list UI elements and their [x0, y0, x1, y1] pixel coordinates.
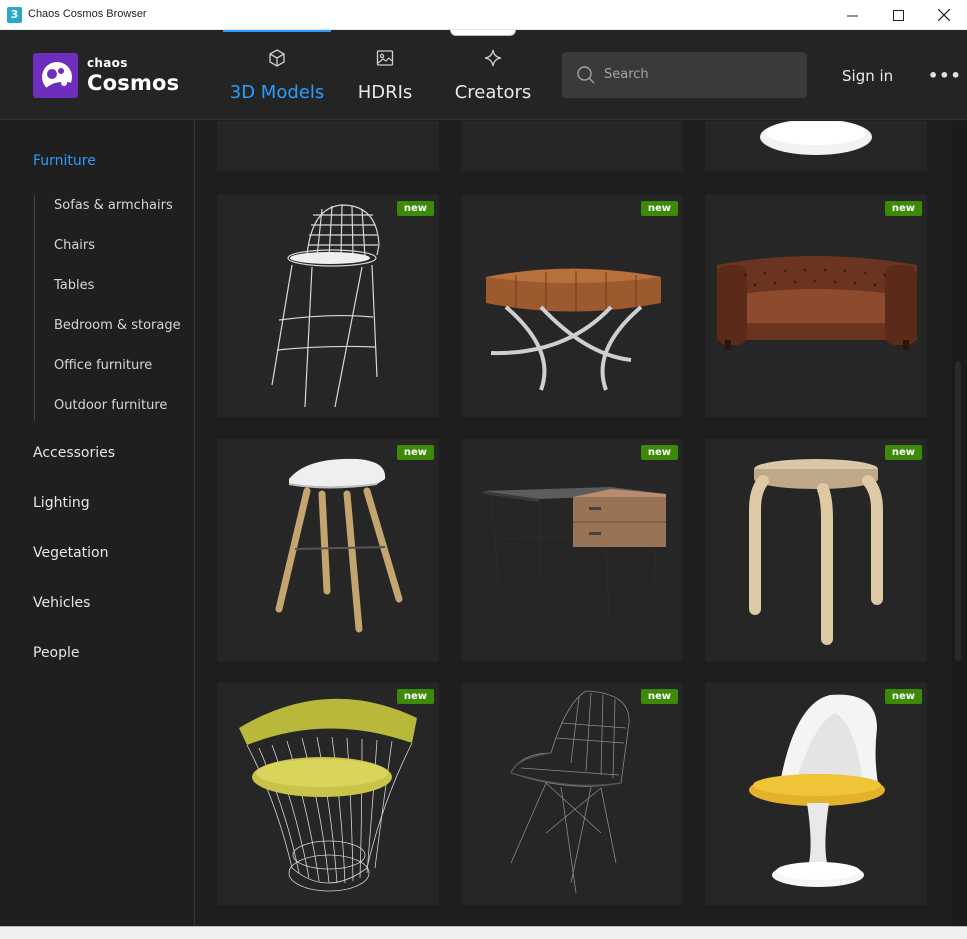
- category-vehicles[interactable]: Vehicles: [33, 595, 90, 611]
- new-badge: new: [640, 689, 678, 704]
- category-furniture[interactable]: Furniture: [33, 153, 96, 169]
- cosmos-logo[interactable]: chaos Cosmos: [33, 53, 179, 98]
- window-titlebar: 3 Chaos Cosmos Browser: [0, 0, 967, 30]
- model-card[interactable]: new: [217, 195, 439, 417]
- logo-big-text: Cosmos: [87, 71, 180, 95]
- maximize-icon: [892, 9, 904, 21]
- tab-3d-models[interactable]: 3D Models: [223, 30, 331, 120]
- image-icon: [376, 50, 394, 66]
- sparkle-icon: [484, 49, 502, 67]
- search-icon: [577, 66, 595, 84]
- subcategory-outdoor-furniture[interactable]: Outdoor furniture: [54, 398, 167, 413]
- desk-with-drawers-thumbnail: [483, 487, 666, 615]
- model-card[interactable]: new: [705, 683, 927, 905]
- logo-mark-icon: [33, 53, 78, 98]
- tab-label: HDRIs: [357, 82, 413, 103]
- tab-creators[interactable]: Creators: [448, 30, 538, 120]
- close-button[interactable]: [921, 0, 967, 30]
- category-people[interactable]: People: [33, 645, 80, 661]
- model-card[interactable]: new: [461, 683, 683, 905]
- category-lighting[interactable]: Lighting: [33, 495, 90, 511]
- app-header: chaos Cosmos 3D Models HDRIs Creators Se…: [0, 30, 967, 120]
- vertical-scrollbar[interactable]: [951, 121, 967, 926]
- tab-hdris[interactable]: HDRIs: [346, 30, 424, 120]
- minimize-icon: [846, 15, 858, 16]
- chesterfield-sofa-thumbnail: [717, 256, 917, 350]
- subcategory-tables[interactable]: Tables: [54, 278, 94, 293]
- tulip-chair-thumbnail: [749, 694, 885, 887]
- sign-in-link[interactable]: Sign in: [842, 67, 893, 85]
- maximize-button[interactable]: [875, 0, 921, 30]
- model-card[interactable]: new: [217, 683, 439, 905]
- logo-small-text: chaos: [87, 56, 128, 70]
- tab-label: Creators: [454, 82, 532, 103]
- wire-side-chair-thumbnail: [510, 690, 630, 894]
- tab-label: 3D Models: [229, 82, 325, 103]
- new-badge: new: [884, 445, 922, 460]
- search-input[interactable]: Search: [562, 52, 807, 98]
- app-icon: 3: [7, 7, 22, 23]
- new-badge: new: [396, 689, 434, 704]
- new-badge: new: [884, 201, 922, 216]
- wire-bar-stool-thumbnail: [271, 204, 380, 408]
- category-vegetation[interactable]: Vegetation: [33, 545, 109, 561]
- table-thumbnail: [760, 121, 872, 155]
- new-badge: new: [396, 201, 434, 216]
- window-title: Chaos Cosmos Browser: [28, 8, 147, 20]
- active-tab-indicator: [223, 30, 331, 32]
- new-badge: new: [396, 445, 434, 460]
- more-options-icon[interactable]: •••: [928, 66, 962, 85]
- model-grid: new new new new new new new new new: [196, 121, 951, 926]
- model-card[interactable]: new: [705, 439, 927, 661]
- leather-ottoman-thumbnail: [486, 268, 661, 391]
- model-card[interactable]: new: [461, 195, 683, 417]
- scrollbar-thumb[interactable]: [955, 361, 961, 661]
- subcategory-divider: [34, 195, 35, 421]
- category-sidebar: Furniture Sofas & armchairs Chairs Table…: [0, 121, 195, 926]
- new-badge: new: [640, 201, 678, 216]
- subcategory-sofas-armchairs[interactable]: Sofas & armchairs: [54, 198, 173, 213]
- minimize-button[interactable]: [829, 0, 875, 30]
- model-card[interactable]: [461, 121, 683, 171]
- new-badge: new: [640, 445, 678, 460]
- white-bar-stool-thumbnail: [275, 458, 403, 633]
- wire-lounge-chair-thumbnail: [239, 698, 417, 892]
- search-placeholder: Search: [604, 67, 649, 82]
- category-accessories[interactable]: Accessories: [33, 445, 115, 461]
- model-card[interactable]: [705, 121, 927, 171]
- close-icon: [938, 9, 950, 21]
- subcategory-bedroom-storage[interactable]: Bedroom & storage: [54, 318, 181, 333]
- window-bottom-edge: [0, 926, 967, 939]
- bentwood-stool-thumbnail: [749, 459, 883, 645]
- window-notch: [450, 30, 516, 36]
- subcategory-office-furniture[interactable]: Office furniture: [54, 358, 152, 373]
- model-card[interactable]: new: [217, 439, 439, 661]
- model-card[interactable]: new: [461, 439, 683, 661]
- cube-icon: [269, 49, 285, 67]
- model-card[interactable]: new: [705, 195, 927, 417]
- model-card[interactable]: [217, 121, 439, 171]
- subcategory-chairs[interactable]: Chairs: [54, 238, 95, 253]
- new-badge: new: [884, 689, 922, 704]
